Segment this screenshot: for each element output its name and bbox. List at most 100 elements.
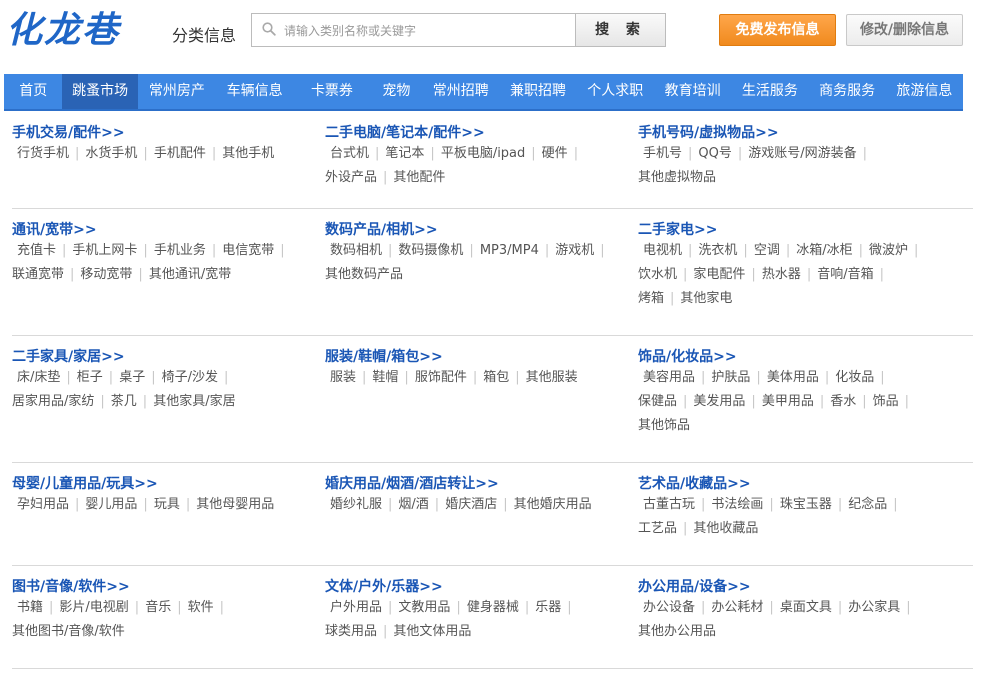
subcategory-link[interactable]: 行货手机 <box>12 146 69 161</box>
subcategory-link[interactable]: 美容用品 <box>638 370 695 385</box>
subcategory-link[interactable]: 笔记本 <box>385 146 424 161</box>
category-title-link[interactable]: 数码产品/相机>> <box>325 222 617 239</box>
subcategory-link[interactable]: 其他收藏品 <box>693 521 758 536</box>
category-title-link[interactable]: 服装/鞋帽/箱包>> <box>325 349 617 366</box>
subcategory-link[interactable]: 家电配件 <box>693 267 745 282</box>
subcategory-link[interactable]: 婴儿用品 <box>85 497 137 512</box>
subcategory-link[interactable]: 服饰配件 <box>415 370 467 385</box>
subcategory-link[interactable]: 充值卡 <box>12 243 56 258</box>
nav-item[interactable]: 首页 <box>4 74 62 109</box>
subcategory-link[interactable]: 音乐 <box>145 600 171 615</box>
subcategory-link[interactable]: 外设产品 <box>325 170 377 185</box>
subcategory-link[interactable]: 玩具 <box>154 497 180 512</box>
subcategory-link[interactable]: 移动宽带 <box>80 267 132 282</box>
site-logo[interactable]: 化龙巷 <box>6 8 120 52</box>
subcategory-link[interactable]: 化妆品 <box>835 370 874 385</box>
category-title-link[interactable]: 图书/音像/软件>> <box>12 579 304 596</box>
subcategory-link[interactable]: 其他饰品 <box>638 418 690 433</box>
subcategory-link[interactable]: 手机号 <box>638 146 682 161</box>
subcategory-link[interactable]: 空调 <box>754 243 780 258</box>
subcategory-link[interactable]: 游戏账号/网游装备 <box>748 146 856 161</box>
subcategory-link[interactable]: 电信宽带 <box>222 243 274 258</box>
subcategory-link[interactable]: 文教用品 <box>398 600 450 615</box>
subcategory-link[interactable]: 水货手机 <box>85 146 137 161</box>
nav-item[interactable]: 宠物 <box>371 74 423 109</box>
subcategory-link[interactable]: 乐器 <box>535 600 561 615</box>
subcategory-link[interactable]: 饰品 <box>873 394 899 409</box>
nav-item[interactable]: 跳蚤市场 <box>62 74 138 109</box>
subcategory-link[interactable]: 烤箱 <box>638 291 664 306</box>
subcategory-link[interactable]: 服装 <box>325 370 356 385</box>
subcategory-link[interactable]: 电视机 <box>638 243 682 258</box>
subcategory-link[interactable]: 其他图书/音像/软件 <box>12 624 125 639</box>
subcategory-link[interactable]: 床/床垫 <box>12 370 60 385</box>
subcategory-link[interactable]: 其他办公用品 <box>638 624 716 639</box>
subcategory-link[interactable]: 办公家具 <box>848 600 900 615</box>
subcategory-link[interactable]: 其他通讯/宽带 <box>149 267 231 282</box>
subcategory-link[interactable]: 数码摄像机 <box>398 243 463 258</box>
subcategory-link[interactable]: 美甲用品 <box>762 394 814 409</box>
subcategory-link[interactable]: 平板电脑/ipad <box>441 146 525 161</box>
subcategory-link[interactable]: 香水 <box>830 394 856 409</box>
subcategory-link[interactable]: 手机业务 <box>154 243 206 258</box>
subcategory-link[interactable]: 箱包 <box>483 370 509 385</box>
nav-item[interactable]: 卡票券 <box>293 74 370 109</box>
subcategory-link[interactable]: 办公设备 <box>638 600 695 615</box>
nav-item[interactable]: 生活服务 <box>731 74 808 109</box>
subcategory-link[interactable]: 其他数码产品 <box>325 267 403 282</box>
subcategory-link[interactable]: 手机上网卡 <box>72 243 137 258</box>
nav-item[interactable]: 兼职招聘 <box>499 74 576 109</box>
category-title-link[interactable]: 婚庆用品/烟酒/酒店转让>> <box>325 476 617 493</box>
subcategory-link[interactable]: 游戏机 <box>555 243 594 258</box>
subcategory-link[interactable]: 联通宽带 <box>12 267 64 282</box>
category-title-link[interactable]: 通讯/宽带>> <box>12 222 304 239</box>
subcategory-link[interactable]: 居家用品/家纺 <box>12 394 94 409</box>
subcategory-link[interactable]: 其他配件 <box>393 170 445 185</box>
subcategory-link[interactable]: QQ号 <box>698 146 731 161</box>
subcategory-link[interactable]: 微波炉 <box>869 243 908 258</box>
search-button[interactable]: 搜 索 <box>575 13 666 47</box>
subcategory-link[interactable]: 桌面文具 <box>780 600 832 615</box>
nav-item[interactable]: 常州房产 <box>138 74 216 109</box>
category-title-link[interactable]: 二手电脑/笔记本/配件>> <box>325 125 617 142</box>
subcategory-link[interactable]: 珠宝玉器 <box>780 497 832 512</box>
subcategory-link[interactable]: 书籍 <box>12 600 43 615</box>
subcategory-link[interactable]: 保健品 <box>638 394 677 409</box>
nav-item[interactable]: 教育培训 <box>654 74 731 109</box>
subcategory-link[interactable]: 热水器 <box>762 267 801 282</box>
subcategory-link[interactable]: 其他手机 <box>222 146 274 161</box>
subcategory-link[interactable]: 其他虚拟物品 <box>638 170 716 185</box>
category-title-link[interactable]: 艺术品/收藏品>> <box>638 476 930 493</box>
subcategory-link[interactable]: 纪念品 <box>848 497 887 512</box>
nav-item[interactable]: 商务服务 <box>809 74 886 109</box>
nav-item[interactable]: 车辆信息 <box>216 74 293 109</box>
subcategory-link[interactable]: 台式机 <box>325 146 369 161</box>
subcategory-link[interactable]: 影片/电视剧 <box>59 600 128 615</box>
subcategory-link[interactable]: 手机配件 <box>154 146 206 161</box>
subcategory-link[interactable]: MP3/MP4 <box>480 243 539 258</box>
category-title-link[interactable]: 母婴/儿童用品/玩具>> <box>12 476 304 493</box>
subcategory-link[interactable]: 饮水机 <box>638 267 677 282</box>
subcategory-link[interactable]: 软件 <box>188 600 214 615</box>
subcategory-link[interactable]: 冰箱/冰柜 <box>796 243 852 258</box>
subcategory-link[interactable]: 球类用品 <box>325 624 377 639</box>
publish-free-button[interactable]: 免费发布信息 <box>719 14 836 46</box>
subcategory-link[interactable]: 椅子/沙发 <box>162 370 218 385</box>
subcategory-link[interactable]: 鞋帽 <box>372 370 398 385</box>
subcategory-link[interactable]: 桌子 <box>119 370 145 385</box>
category-title-link[interactable]: 办公用品/设备>> <box>638 579 930 596</box>
subcategory-link[interactable]: 其他家具/家居 <box>153 394 235 409</box>
subcategory-link[interactable]: 婚庆酒店 <box>445 497 497 512</box>
subcategory-link[interactable]: 美发用品 <box>693 394 745 409</box>
subcategory-link[interactable]: 户外用品 <box>325 600 382 615</box>
subcategory-link[interactable]: 其他服装 <box>526 370 578 385</box>
category-title-link[interactable]: 二手家电>> <box>638 222 930 239</box>
subcategory-link[interactable]: 婚纱礼服 <box>325 497 382 512</box>
category-title-link[interactable]: 饰品/化妆品>> <box>638 349 930 366</box>
edit-delete-button[interactable]: 修改/删除信息 <box>846 14 963 46</box>
subcategory-link[interactable]: 孕妇用品 <box>12 497 69 512</box>
subcategory-link[interactable]: 洗衣机 <box>698 243 737 258</box>
subcategory-link[interactable]: 美体用品 <box>767 370 819 385</box>
nav-item[interactable]: 常州招聘 <box>422 74 499 109</box>
subcategory-link[interactable]: 茶几 <box>111 394 137 409</box>
